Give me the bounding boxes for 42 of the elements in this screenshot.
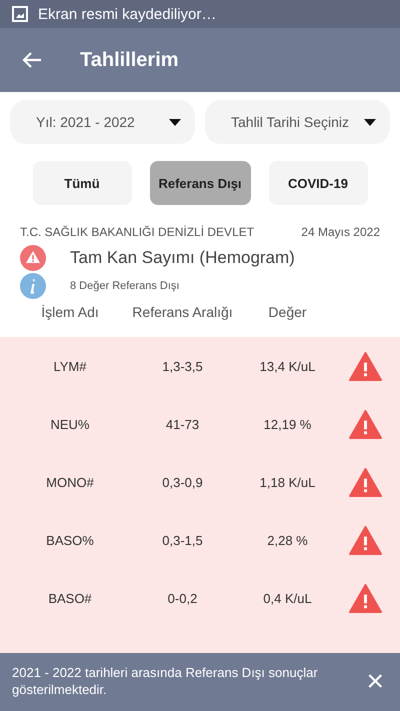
table-cell-text: 0,4 K/uL [262, 590, 313, 606]
snackbar-message: 2021 - 2022 tarihleri arasında Referans Dışı sonuçlar gösterilmektedir. [12, 665, 319, 699]
table-cell-text: 1,3-3,5 [161, 358, 204, 374]
dropdown[interactable]: Tahlil Tarihi Seçiniz [205, 100, 390, 144]
filter-tab[interactable]: COVID-19 [268, 161, 368, 205]
warning-icon [348, 584, 382, 612]
column-header: Değer [267, 304, 308, 320]
warning-icon [348, 468, 382, 496]
warning-icon [348, 526, 382, 554]
column-header: Referans Aralığı [131, 304, 234, 320]
table-cell-text: 13,4 K/uL [258, 358, 316, 374]
filter-tab[interactable]: Tümü [32, 161, 132, 205]
test-name: Tam Kan Sayımı (Hemogram) [70, 248, 295, 268]
table-cell-text: 41-73 [164, 416, 200, 432]
image-icon [12, 6, 28, 22]
institution-name: T.C. SAĞLIK BAKANLIĞI DENİZLİ DEVLET [20, 225, 254, 239]
caret-icon [169, 118, 181, 126]
table-cell-text: 1,18 K/uL [258, 474, 316, 490]
filter-tab[interactable]: Referans Dışı [150, 161, 250, 205]
warning-icon [348, 410, 382, 438]
table-cell-text: 2,28 % [266, 532, 309, 548]
result-date: 24 Mayıs 2022 [301, 225, 380, 239]
info-icon [20, 273, 46, 299]
table-cell-text: 0-0,2 [166, 590, 198, 606]
caret-icon [364, 118, 376, 126]
warning-icon [348, 352, 382, 380]
table-cell-text: 12,19 % [262, 416, 312, 432]
table-cell-text: BASO% [45, 532, 95, 548]
back-arrow-icon[interactable] [22, 50, 42, 70]
table-cell-text: 0,3-1,5 [161, 532, 204, 548]
table-cell-text: 0,3-0,9 [161, 474, 204, 490]
column-header: İşlem Adı [40, 304, 100, 320]
dropdown[interactable]: Yıl: 2021 - 2022 [10, 100, 195, 144]
table-cell-text: MONO# [45, 474, 95, 490]
table-cell-text: NEU% [49, 416, 90, 432]
close-button[interactable]: × [362, 667, 388, 697]
notification-text: Ekran resmi kaydediliyor… [38, 6, 216, 22]
table-cell-text: LYM# [52, 358, 88, 374]
page-title: Tahlillerim [80, 48, 179, 72]
table-cell-text: BASO# [47, 590, 93, 606]
summary-text: 8 Değer Referans Dışı [70, 280, 180, 292]
warning-icon [20, 245, 46, 271]
